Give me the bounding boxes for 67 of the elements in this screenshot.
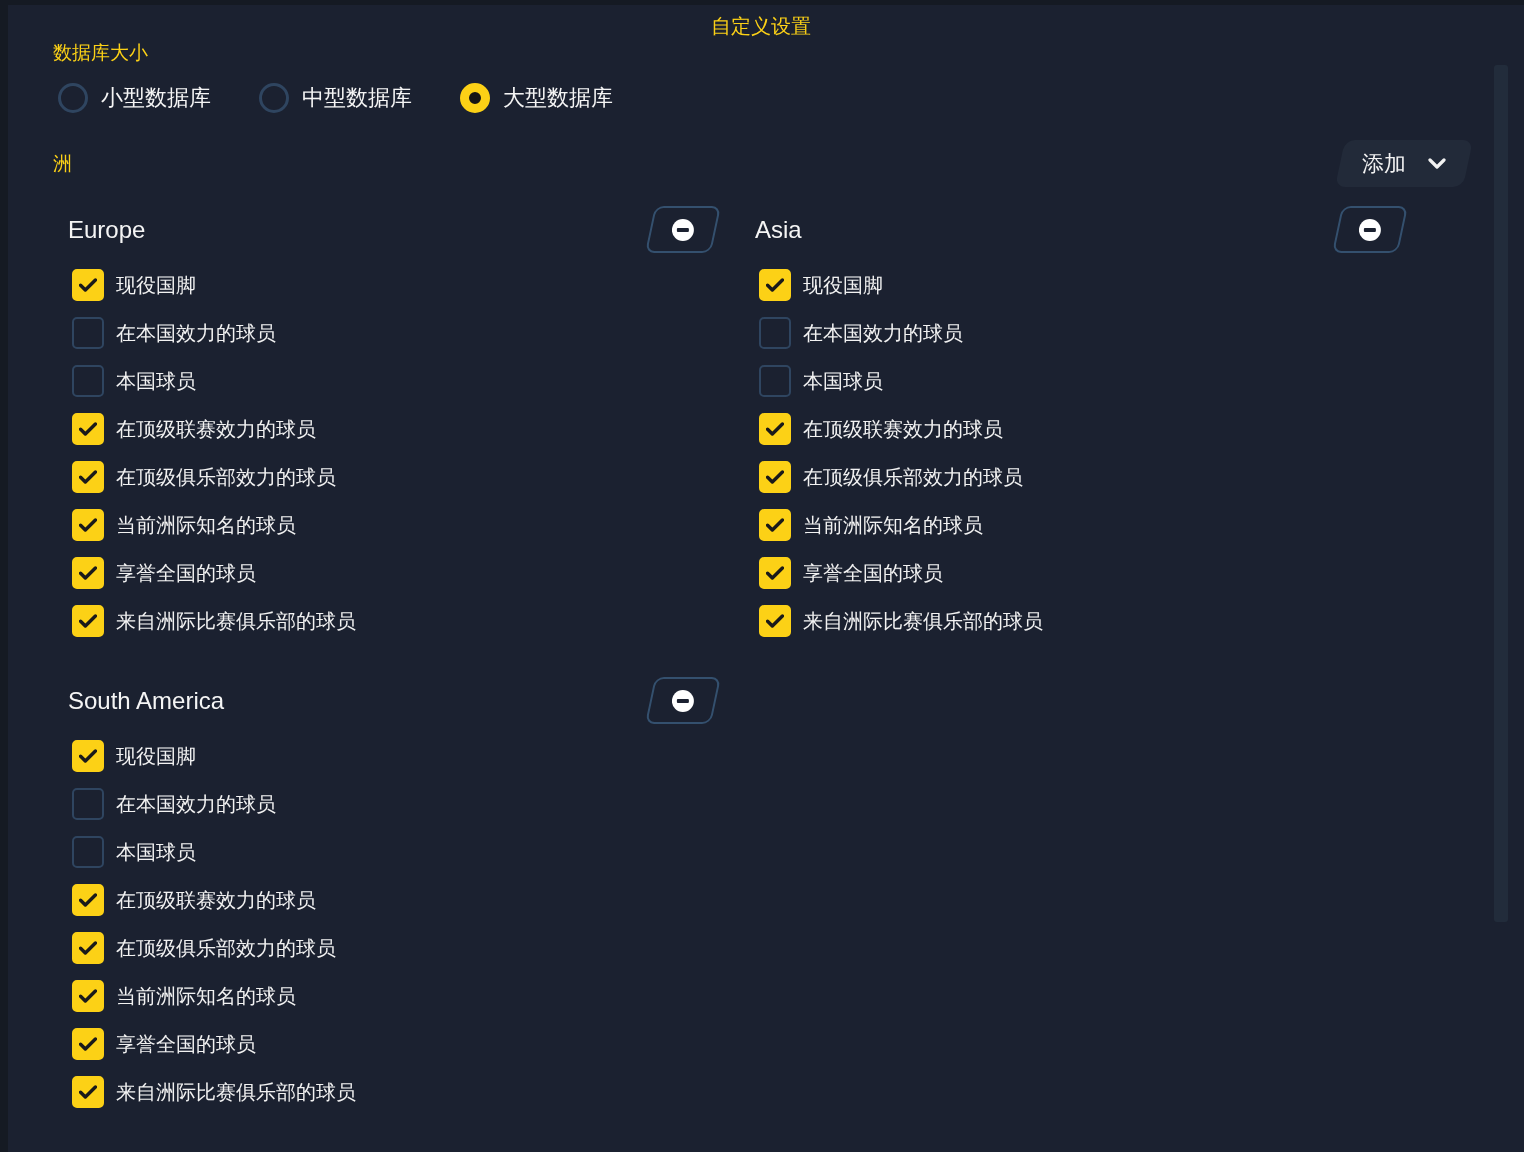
radio-label[interactable]: 中型数据库 — [302, 82, 412, 114]
remove-button[interactable] — [1332, 206, 1408, 253]
checkbox-label[interactable]: 享誉全国的球员 — [803, 557, 943, 589]
continent-name: Asia — [755, 214, 802, 245]
check-icon — [79, 893, 97, 907]
minus-circle-icon — [1359, 218, 1381, 241]
check-icon — [766, 566, 784, 580]
checkbox-label[interactable]: 当前洲际知名的球员 — [116, 509, 296, 541]
continent-name: Europe — [68, 214, 146, 245]
check-icon — [766, 422, 784, 436]
checkbox[interactable] — [72, 365, 104, 397]
checkbox[interactable] — [72, 836, 104, 868]
checkbox[interactable] — [759, 365, 791, 397]
check-icon — [79, 1085, 97, 1099]
checkbox-label[interactable]: 在顶级俱乐部效力的球员 — [116, 932, 336, 964]
check-icon — [79, 470, 97, 484]
checkbox-label[interactable]: 在顶级联赛效力的球员 — [116, 413, 316, 445]
minus-circle-icon — [672, 689, 694, 712]
checkbox-label[interactable]: 本国球员 — [803, 365, 883, 397]
check-icon — [79, 614, 97, 628]
section-heading: 数据库大小 — [53, 41, 148, 65]
section-heading: 洲 — [53, 151, 72, 176]
checkbox-label[interactable]: 在本国效力的球员 — [116, 317, 276, 349]
check-icon — [79, 518, 97, 532]
radio-label[interactable]: 大型数据库 — [503, 82, 613, 114]
check-icon — [79, 422, 97, 436]
check-icon — [766, 278, 784, 292]
checkbox-label[interactable]: 在顶级联赛效力的球员 — [803, 413, 1003, 445]
check-icon — [766, 518, 784, 532]
checkbox-label[interactable]: 在本国效力的球员 — [803, 317, 963, 349]
radio-button[interactable] — [58, 83, 88, 113]
checkbox-label[interactable]: 在本国效力的球员 — [116, 788, 276, 820]
checkbox-label[interactable]: 来自洲际比赛俱乐部的球员 — [116, 1076, 356, 1108]
checkbox-label[interactable]: 本国球员 — [116, 365, 196, 397]
checkbox[interactable] — [759, 317, 791, 349]
radio-button[interactable] — [259, 83, 289, 113]
check-icon — [79, 1037, 97, 1051]
remove-button[interactable] — [645, 206, 721, 253]
checkbox-label[interactable]: 本国球员 — [116, 836, 196, 868]
check-icon — [766, 470, 784, 484]
checkbox-label[interactable]: 现役国脚 — [116, 269, 196, 301]
check-icon — [79, 566, 97, 580]
checkbox[interactable] — [72, 317, 104, 349]
continent-name: South America — [68, 685, 225, 716]
checkbox[interactable] — [72, 788, 104, 820]
check-icon — [766, 614, 784, 628]
check-icon — [79, 941, 97, 955]
remove-button[interactable] — [645, 677, 721, 724]
checkbox-label[interactable]: 现役国脚 — [116, 740, 196, 772]
minus-circle-icon — [672, 218, 694, 241]
dialog-title: 自定义设置 — [710, 14, 811, 39]
add-dropdown-button[interactable]: 添加 — [1335, 140, 1473, 187]
check-icon — [79, 278, 97, 292]
checkbox-label[interactable]: 当前洲际知名的球员 — [803, 509, 983, 541]
radio-label[interactable]: 小型数据库 — [101, 82, 211, 114]
checkbox-label[interactable]: 享誉全国的球员 — [116, 557, 256, 589]
checkbox-label[interactable]: 享誉全国的球员 — [116, 1028, 256, 1060]
check-icon — [79, 749, 97, 763]
checkbox-label[interactable]: 来自洲际比赛俱乐部的球员 — [803, 605, 1043, 637]
chevron-down-icon — [1428, 158, 1446, 169]
checkbox-label[interactable]: 在顶级俱乐部效力的球员 — [803, 461, 1023, 493]
checkbox-label[interactable]: 在顶级联赛效力的球员 — [116, 884, 316, 916]
checkbox-label[interactable]: 在顶级俱乐部效力的球员 — [116, 461, 336, 493]
checkbox-label[interactable]: 当前洲际知名的球员 — [116, 980, 296, 1012]
checkbox-label[interactable]: 现役国脚 — [803, 269, 883, 301]
checkbox-label[interactable]: 来自洲际比赛俱乐部的球员 — [116, 605, 356, 637]
check-icon — [79, 989, 97, 1003]
